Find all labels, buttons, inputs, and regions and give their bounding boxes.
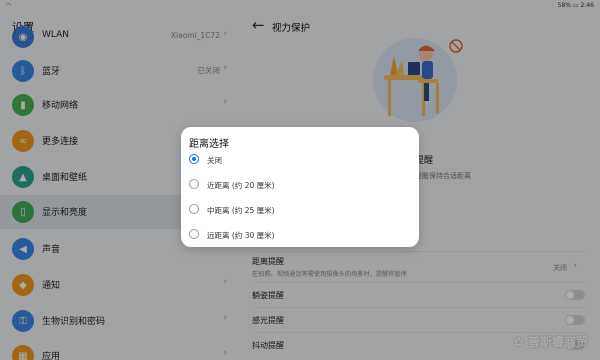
option-label: 近距离 (约 20 厘米) [207,181,275,190]
option-label: 远距离 (约 30 厘米) [207,231,275,240]
distance-option[interactable]: 近距离 (约 20 厘米) [187,177,407,193]
radio-button[interactable] [189,229,199,239]
distance-selection-dialog: 距离选择 关闭近距离 (约 20 厘米) 中距离 (约 25 厘米) 远距离 (约 … [181,127,419,247]
option-label: 关闭 [207,156,222,165]
radio-button[interactable] [189,204,199,214]
dialog-title: 距离选择 [189,139,229,150]
radio-button[interactable] [189,154,199,164]
distance-option[interactable]: 关闭 [187,152,407,168]
distance-option[interactable]: 远距离 (约 30 厘米) [187,227,407,243]
radio-button[interactable] [189,179,199,189]
distance-option[interactable]: 中距离 (约 25 厘米) [187,202,407,218]
option-label: 中距离 (约 25 厘米) [207,206,275,215]
